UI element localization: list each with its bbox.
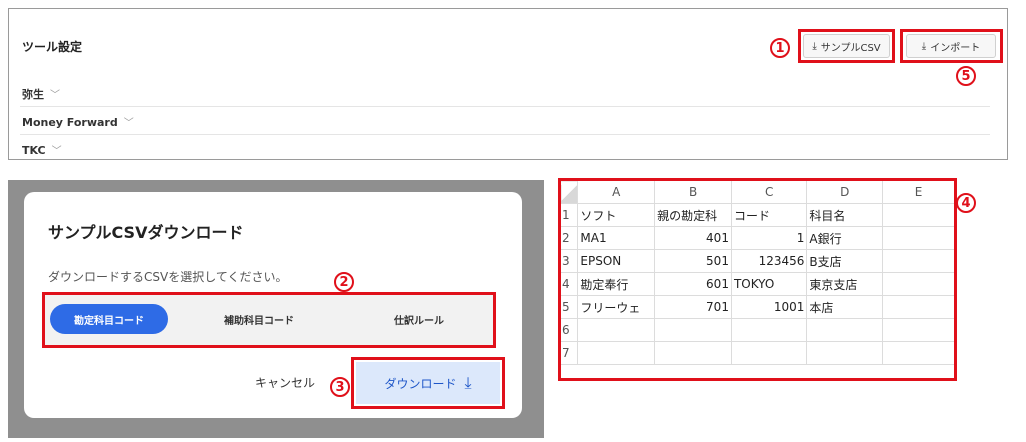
divider bbox=[20, 106, 990, 107]
sample-csv-label: サンプルCSV bbox=[820, 42, 881, 54]
tool-settings-title: ツール設定 bbox=[22, 40, 83, 54]
divider bbox=[20, 134, 990, 135]
dialog-title: サンプルCSVダウンロード bbox=[48, 223, 244, 242]
section-label: TKC bbox=[22, 144, 46, 157]
section-yayoi[interactable]: 弥生 ﹀ bbox=[22, 86, 60, 102]
annotation-marker-4: 4 bbox=[956, 193, 976, 213]
option-account-code[interactable]: 勘定科目コード bbox=[50, 304, 168, 334]
download-icon: ⤓ bbox=[812, 40, 817, 52]
section-label: 弥生 bbox=[22, 88, 44, 101]
option-sub-account-code[interactable]: 補助科目コード bbox=[200, 304, 318, 334]
dialog-description: ダウンロードするCSVを選択してください。 bbox=[48, 270, 288, 284]
download-label: ダウンロード bbox=[384, 376, 457, 391]
download-icon: ⤓ bbox=[464, 373, 472, 392]
annotation-marker-2: 2 bbox=[334, 272, 354, 292]
annotation-marker-5: 5 bbox=[956, 66, 976, 86]
chevron-down-icon: ﹀ bbox=[50, 90, 60, 101]
download-icon: ⤓ bbox=[921, 40, 927, 52]
section-tkc[interactable]: TKC ﹀ bbox=[22, 142, 62, 157]
chevron-down-icon: ﹀ bbox=[51, 146, 62, 157]
import-button[interactable]: ⤓ インポート bbox=[906, 34, 996, 58]
download-button[interactable]: ダウンロード ⤓ bbox=[356, 362, 500, 404]
import-label: インポート bbox=[930, 42, 981, 54]
highlight-box-4 bbox=[558, 178, 957, 381]
chevron-down-icon: ﹀ bbox=[123, 118, 134, 129]
option-journal-rules[interactable]: 仕訳ルール bbox=[360, 304, 478, 334]
cancel-button[interactable]: キャンセル bbox=[255, 374, 315, 391]
annotation-marker-1: 1 bbox=[770, 38, 790, 58]
section-label: Money Forward bbox=[22, 116, 118, 129]
section-money-forward[interactable]: Money Forward ﹀ bbox=[22, 114, 134, 129]
sample-csv-button[interactable]: ⤓ サンプルCSV bbox=[803, 34, 890, 58]
annotation-marker-3: 3 bbox=[330, 377, 350, 397]
